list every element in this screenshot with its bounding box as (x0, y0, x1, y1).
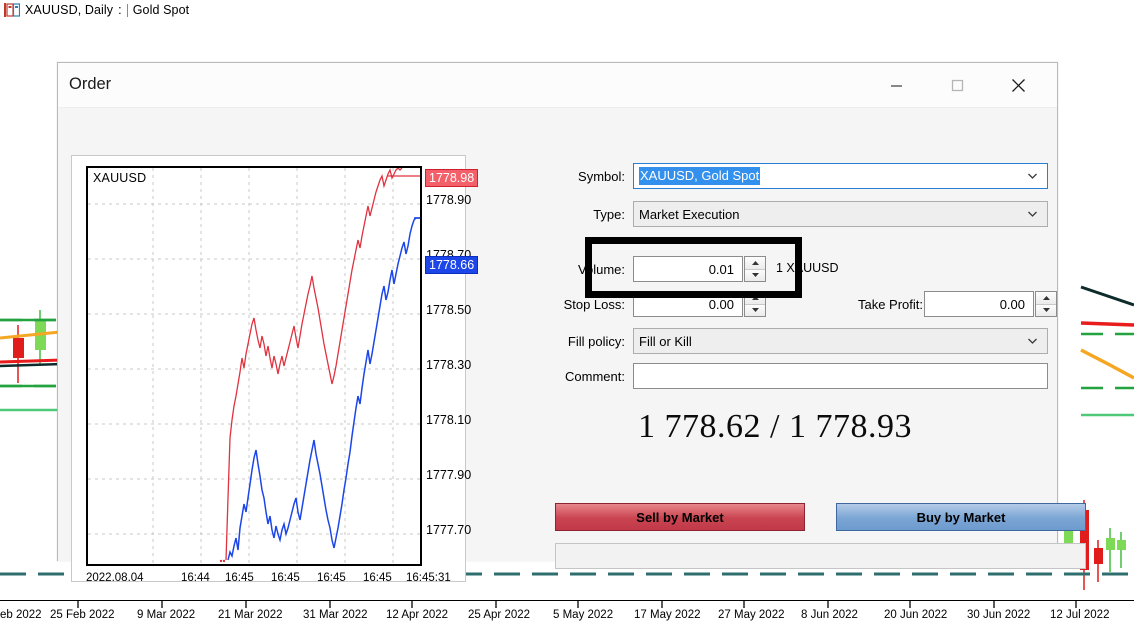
volume-unit-label: 1 XAUUSD (776, 261, 839, 275)
buy-button-label: Buy by Market (916, 509, 1006, 525)
date-label: 30 Jun 2022 (967, 609, 1031, 621)
price-tick-label: 1777.70 (426, 523, 472, 537)
take-profit-label: Take Profit: (857, 297, 923, 312)
date-label: 27 May 2022 (718, 609, 785, 621)
date-label: 9 Mar 2022 (137, 609, 196, 621)
date-label: 8 Jun 2022 (801, 609, 858, 621)
take-profit-value: 0.00 (999, 296, 1025, 312)
symbol-combobox[interactable]: XAUUSD, Gold Spot (633, 163, 1048, 189)
buy-by-market-button[interactable]: Buy by Market (836, 503, 1086, 531)
price-tick-label: 1778.90 (426, 193, 472, 207)
take-profit-input[interactable]: 0.00 (924, 291, 1034, 317)
time-tick-label: 16:45:31 (406, 572, 451, 584)
bid-price-badge: 1778.66 (425, 256, 479, 274)
sell-button-label: Sell by Market (636, 509, 724, 525)
tick-chart-price-axis: 1778.98 1778.90 1778.70 1778.66 1778.50 … (424, 156, 484, 576)
date-label: 20 Jun 2022 (884, 609, 948, 621)
volume-stepper-up[interactable] (745, 257, 765, 270)
time-tick-label: 2022.08.04 (86, 572, 144, 584)
chevron-down-icon (1026, 208, 1039, 221)
order-form: Symbol: XAUUSD, Gold Spot Type: Market E… (495, 108, 1086, 569)
sell-by-market-button[interactable]: Sell by Market (555, 503, 805, 531)
volume-label: Volume: (578, 262, 625, 277)
mt-chart-separator: : (118, 3, 122, 17)
date-label: 25 Feb 2022 (50, 609, 115, 621)
symbol-label: Symbol: (578, 169, 625, 184)
price-tick-label: 1778.10 (426, 413, 472, 427)
stop-loss-label: Stop Loss: (563, 297, 625, 312)
date-label: 12 Jul 2022 (1050, 609, 1110, 621)
tick-chart-plot: XAUUSD (86, 166, 422, 566)
type-label: Type: (593, 207, 625, 222)
maximize-button[interactable] (934, 63, 980, 107)
date-label: 5 May 2022 (553, 609, 614, 621)
date-label: eb 2022 (0, 609, 42, 621)
time-tick-label: 16:45 (271, 572, 300, 584)
chevron-down-icon (1026, 335, 1039, 348)
type-value: Market Execution (639, 206, 740, 222)
time-tick-label: 16:45 (317, 572, 346, 584)
comment-input[interactable] (633, 363, 1048, 389)
chart-window-icon (4, 3, 20, 17)
background-chart-date-axis: eb 2022 25 Feb 2022 9 Mar 2022 21 Mar 20… (0, 600, 1134, 629)
fill-policy-label: Fill policy: (567, 334, 625, 349)
mt-chart-symbol-label: XAUUSD, Daily (25, 3, 114, 17)
volume-stepper[interactable] (744, 256, 766, 282)
date-label: 31 Mar 2022 (303, 609, 368, 621)
time-tick-label: 16:45 (363, 572, 392, 584)
current-quote: 1 778.62 / 1 778.93 (638, 408, 912, 445)
comment-label: Comment: (565, 369, 625, 384)
minimize-icon (890, 79, 903, 92)
titlebar-divider (126, 3, 128, 17)
close-button[interactable] (995, 63, 1041, 107)
date-label: 25 Apr 2022 (468, 609, 531, 621)
dialog-title: Order (69, 75, 112, 93)
minimize-button[interactable] (873, 63, 919, 107)
price-tick-label: 1778.50 (426, 303, 472, 317)
time-tick-label: 16:44 (181, 572, 210, 584)
type-combobox[interactable]: Market Execution (633, 201, 1048, 227)
volume-value: 0.01 (708, 261, 734, 277)
order-status-bar (555, 543, 1086, 569)
time-tick-label: 16:45 (225, 572, 254, 584)
tick-chart-panel: XAUUSD 1778.98 1778.90 1778.70 1778.66 1… (71, 155, 479, 584)
mt-chart-titlebar: XAUUSD, Daily : Gold Spot (0, 0, 1134, 20)
take-profit-stepper[interactable] (1035, 291, 1057, 317)
dialog-body: XAUUSD 1778.98 1778.90 1778.70 1778.66 1… (58, 108, 1086, 584)
fill-policy-value: Fill or Kill (639, 333, 692, 349)
stop-loss-stepper-up[interactable] (745, 292, 765, 305)
take-profit-stepper-up[interactable] (1036, 292, 1056, 305)
maximize-icon (951, 79, 964, 92)
volume-stepper-down[interactable] (745, 269, 765, 281)
volume-input[interactable]: 0.01 (633, 256, 743, 282)
stop-loss-value: 0.00 (708, 296, 734, 312)
tick-chart-time-axis: 2022.08.04 16:44 16:45 16:45 16:45 16:45… (86, 570, 451, 592)
close-icon (1011, 78, 1026, 93)
price-tick-label: 1777.90 (426, 468, 472, 482)
price-tick-label: 1778.30 (426, 358, 472, 372)
date-label: 17 May 2022 (634, 609, 701, 621)
date-label: 21 Mar 2022 (218, 609, 283, 621)
mt-chart-instrument-label: Gold Spot (132, 3, 190, 17)
take-profit-stepper-down[interactable] (1036, 304, 1056, 316)
stop-loss-stepper-down[interactable] (745, 304, 765, 316)
fill-policy-combobox[interactable]: Fill or Kill (633, 328, 1048, 354)
stop-loss-input[interactable]: 0.00 (633, 291, 743, 317)
date-label: 12 Apr 2022 (386, 609, 449, 621)
screen: XAUUSD, Daily : Gold Spot eb 2022 25 Feb… (0, 0, 1134, 629)
dialog-titlebar: Order (58, 63, 1057, 108)
tick-chart-symbol: XAUUSD (93, 171, 147, 185)
ask-price-badge: 1778.98 (425, 169, 479, 187)
symbol-value: XAUUSD, Gold Spot (639, 167, 761, 185)
chevron-down-icon (1026, 170, 1039, 183)
stop-loss-stepper[interactable] (744, 291, 766, 317)
order-dialog: Order XAUUSD 1778.98 1778.90 1778.70 177… (57, 62, 1086, 584)
